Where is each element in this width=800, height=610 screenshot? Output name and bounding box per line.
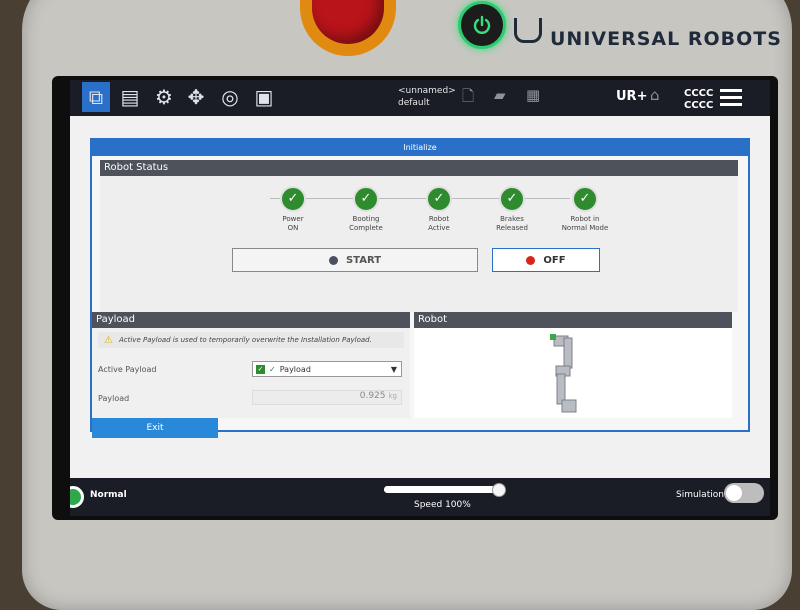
bottom-bar: Normal Speed 100% Simulation [70, 478, 770, 516]
program-icon: ▤ [120, 85, 140, 109]
initialize-dialog: Initialize Robot Status ✓ Power ON ✓ Boo… [90, 138, 750, 438]
step-label-line2: Complete [349, 224, 383, 232]
urplus-button[interactable]: UR+ [616, 89, 647, 104]
speed-slider[interactable] [384, 483, 506, 497]
check-icon: ✓ [353, 186, 379, 212]
payload-label: Payload [98, 394, 130, 403]
check-icon: ✓ [572, 186, 598, 212]
speed-slider-fill [384, 486, 498, 493]
installation-name: default [398, 98, 430, 108]
simulation-toggle[interactable] [724, 483, 764, 503]
off-button[interactable]: OFF [492, 248, 600, 272]
log-icon: ▣ [254, 85, 274, 109]
robot-arm-graphic [550, 334, 577, 413]
save-file-button[interactable]: ▦ [526, 86, 540, 104]
move-icon: ✥ [187, 85, 205, 109]
step-label-line1: Robot [428, 215, 450, 223]
step-power-on: ✓ Power ON [258, 186, 328, 233]
speed-label: Speed 100% [414, 500, 471, 510]
off-dot-icon [526, 255, 536, 265]
step-label-line1: Robot in [570, 215, 600, 223]
simulation-label: Simulation [676, 490, 724, 500]
run-icon: ⧉ [88, 85, 104, 109]
power-button[interactable] [458, 1, 506, 49]
power-icon [473, 15, 491, 34]
step-label-line2: Active [428, 224, 450, 232]
tab-program[interactable]: ▤ [116, 82, 144, 112]
step-booting-complete: ✓ Booting Complete [331, 186, 401, 233]
save-icon: ▦ [526, 86, 541, 104]
payload-warning-text: Active Payload is used to temporarily ov… [118, 336, 372, 344]
step-label-line1: Power [282, 215, 304, 223]
status-label: Normal [90, 490, 127, 500]
brand-text: UNIVERSAL ROBOTS [550, 28, 782, 50]
check-icon: ✓ [269, 364, 276, 374]
exit-button[interactable]: Exit [92, 418, 218, 438]
warning-icon: ⚠ [104, 334, 113, 346]
payload-unit: kg [388, 392, 398, 400]
start-button[interactable]: START [232, 248, 478, 272]
open-icon: ▰ [494, 86, 506, 104]
tab-log[interactable]: ▣ [250, 82, 278, 112]
check-icon: ✓ [426, 186, 452, 212]
dropdown-arrow-icon: ▼ [390, 364, 397, 374]
robot-status-header: Robot Status [100, 160, 738, 176]
screen: ⧉ ▤ ⚙ ✥ ◎ ▣ <unnamed> default 🗋 ▰ ▦ UR+ [70, 80, 770, 516]
active-payload-label: Active Payload [98, 365, 157, 374]
camera-button[interactable]: ⌂ [650, 86, 660, 104]
robot-code-2: CCCC [684, 100, 714, 111]
new-icon: 🗋 [462, 87, 475, 105]
step-label-line1: Booting [352, 215, 380, 223]
program-name: <unnamed> [398, 86, 456, 96]
step-label-line2: ON [287, 224, 299, 232]
step-label-line2: Released [496, 224, 528, 232]
io-icon: ◎ [221, 85, 239, 109]
payload-header: Payload [92, 312, 410, 328]
payload-value: 0.925 [359, 391, 386, 401]
robot-code-1: CCCC [684, 88, 714, 99]
open-file-button[interactable]: ▰ [494, 86, 506, 104]
check-icon: ✓ [499, 186, 525, 212]
tab-installation[interactable]: ⚙ [150, 82, 178, 112]
tab-io[interactable]: ◎ [216, 82, 244, 112]
robot-status-panel: Robot Status ✓ Power ON ✓ Booting Comple… [100, 160, 738, 312]
checkbox-icon: ✓ [256, 364, 265, 374]
brand: UNIVERSAL ROBOTS [514, 10, 782, 50]
step-robot-active: ✓ Robot Active [404, 186, 474, 233]
payload-warning: ⚠ Active Payload is used to temporarily … [98, 332, 404, 348]
installation-icon: ⚙ [155, 85, 173, 109]
step-label-line1: Brakes [500, 215, 524, 223]
step-label-line2: Normal Mode [561, 224, 609, 232]
top-bar: ⧉ ▤ ⚙ ✥ ◎ ▣ <unnamed> default 🗋 ▰ ▦ UR+ [70, 80, 770, 116]
start-dot-icon [328, 255, 338, 265]
robot-header: Robot [414, 312, 732, 328]
speed-slider-handle[interactable] [492, 483, 506, 497]
new-file-button[interactable]: 🗋 [462, 86, 474, 111]
simulation-toggle-knob [726, 485, 742, 501]
payload-panel: Payload ⚠ Active Payload is used to temp… [92, 312, 410, 418]
off-label: OFF [543, 254, 566, 266]
check-icon: ✓ [280, 186, 306, 212]
active-payload-value: Payload [279, 364, 311, 374]
step-normal-mode: ✓ Robot in Normal Mode [550, 186, 620, 233]
payload-value-field: 0.925 kg [252, 390, 402, 405]
tab-move[interactable]: ✥ [182, 82, 210, 112]
dialog-title: Initialize [92, 140, 748, 156]
robot-panel: Robot [414, 312, 732, 418]
status-indicator-icon[interactable] [70, 486, 84, 508]
camera-icon: ⌂ [650, 86, 660, 104]
start-label: START [345, 254, 382, 266]
step-brakes-released: ✓ Brakes Released [477, 186, 547, 233]
tab-run[interactable]: ⧉ [82, 82, 110, 112]
active-payload-select[interactable]: ✓ ✓ Payload ▼ [252, 361, 402, 377]
ur-logo-icon [514, 17, 542, 43]
hamburger-menu-icon[interactable] [720, 89, 742, 110]
